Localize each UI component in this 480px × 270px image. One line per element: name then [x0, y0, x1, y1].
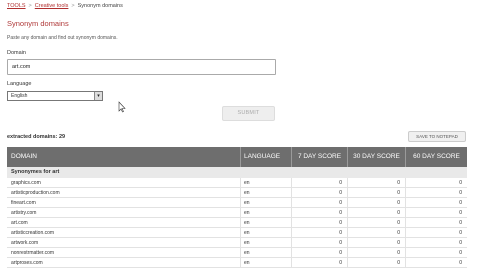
score-7-day-cell: 0 [292, 228, 348, 237]
table-row: graphics.com en 0 0 0 [7, 178, 467, 188]
language-cell: en [241, 228, 292, 237]
language-cell: en [241, 258, 292, 267]
group-header: Synonymes for art [7, 167, 467, 178]
score-60-day-cell: 0 [459, 190, 462, 196]
table-row: artisticproduction.com en 0 0 0 [7, 188, 467, 198]
table-row: fineart.com en 0 0 0 [7, 198, 467, 208]
breadcrumb: TOOLS > Creative tools > Synonym domains [7, 3, 123, 9]
domain-link[interactable]: artwork.com [11, 240, 38, 246]
domain-cell: graphics.com [7, 178, 241, 187]
score-7-day-cell: 0 [292, 218, 348, 227]
score-30-day-cell: 0 [348, 228, 406, 237]
score-7-day-cell: 0 [292, 178, 348, 187]
score-30-day-cell: 0 [348, 198, 406, 207]
domain-cell: artproses.com [7, 258, 241, 267]
score-30-day-cell: 0 [348, 178, 406, 187]
domain-label: Domain [7, 50, 26, 56]
domain-cell: artisticproduction.com [7, 188, 241, 197]
breadcrumb-separator: > [28, 3, 32, 9]
mouse-cursor-icon [118, 101, 126, 113]
table-row: artisticcreation.com en 0 0 0 [7, 228, 467, 238]
score-60-day-cell: 0 [459, 240, 462, 246]
table-row: nonrestrmatter.com en 0 0 0 [7, 248, 467, 258]
column-header-30-day-score[interactable]: 30 DAY SCORE [348, 147, 406, 167]
language-cell: en [241, 218, 292, 227]
domain-cell: nonrestrmatter.com [7, 248, 241, 257]
breadcrumb-separator: > [71, 3, 75, 9]
language-cell: en [241, 198, 292, 207]
domain-input[interactable]: art.com [7, 59, 276, 75]
domain-cell: fineart.com [7, 198, 241, 207]
domain-link[interactable]: artisticproduction.com [11, 190, 60, 196]
submit-button[interactable]: SUBMIT [222, 106, 275, 121]
score-30-day-cell: 0 [348, 248, 406, 257]
breadcrumb-tools-link[interactable]: TOOLS [7, 3, 26, 9]
domain-link[interactable]: artproses.com [11, 260, 43, 266]
extracted-domains-count: extracted domains: 29 [7, 134, 66, 140]
language-cell: en [241, 208, 292, 217]
domain-link[interactable]: art.com [11, 220, 28, 226]
score-60-day-cell: 0 [459, 250, 462, 256]
table-header: DOMAIN LANGUAGE 7 DAY SCORE 30 DAY SCORE… [7, 147, 467, 167]
language-cell: en [241, 238, 292, 247]
score-30-day-cell: 0 [348, 238, 406, 247]
domain-cell: artisticcreation.com [7, 228, 241, 237]
domain-link[interactable]: fineart.com [11, 200, 36, 206]
table-row: artproses.com en 0 0 0 [7, 258, 467, 268]
score-60-day-cell: 0 [459, 220, 462, 226]
score-7-day-cell: 0 [292, 248, 348, 257]
table-row: art.com en 0 0 0 [7, 218, 467, 228]
page-title: Synonym domains [7, 19, 69, 28]
domain-link[interactable]: artistry.com [11, 210, 36, 216]
score-60-day-cell: 0 [459, 230, 462, 236]
domain-cell: artwork.com [7, 238, 241, 247]
score-30-day-cell: 0 [348, 188, 406, 197]
breadcrumb-current: Synonym domains [77, 3, 123, 9]
score-7-day-cell: 0 [292, 188, 348, 197]
domain-cell: art.com [7, 218, 241, 227]
score-30-day-cell: 0 [348, 258, 406, 267]
table-body: graphics.com en 0 0 0 artisticproduction.com e… [7, 178, 467, 268]
domain-link[interactable]: nonrestrmatter.com [11, 250, 54, 256]
language-select[interactable]: English ▾ [7, 91, 103, 101]
language-label: Language [7, 81, 32, 87]
table-row: artistry.com en 0 0 0 [7, 208, 467, 218]
score-30-day-cell: 0 [348, 208, 406, 217]
results-table: DOMAIN LANGUAGE 7 DAY SCORE 30 DAY SCORE… [7, 147, 467, 268]
language-cell: en [241, 248, 292, 257]
page-description: Paste any domain and find out synonym do… [7, 35, 118, 41]
breadcrumb-creative-tools-link[interactable]: Creative tools [35, 3, 69, 9]
score-7-day-cell: 0 [292, 198, 348, 207]
score-7-day-cell: 0 [292, 208, 348, 217]
score-7-day-cell: 0 [292, 258, 348, 267]
column-header-domain[interactable]: DOMAIN [7, 147, 241, 167]
chevron-down-icon[interactable]: ▾ [94, 92, 102, 100]
score-60-day-cell: 0 [459, 200, 462, 206]
domain-link[interactable]: graphics.com [11, 180, 41, 186]
language-cell: en [241, 188, 292, 197]
table-row: artwork.com en 0 0 0 [7, 238, 467, 248]
domain-link[interactable]: artisticcreation.com [11, 230, 54, 236]
score-60-day-cell: 0 [459, 260, 462, 266]
language-select-value: English [11, 93, 28, 99]
column-header-7-day-score[interactable]: 7 DAY SCORE [292, 147, 348, 167]
column-header-60-day-score[interactable]: 60 DAY SCORE [406, 147, 467, 167]
score-30-day-cell: 0 [348, 218, 406, 227]
score-60-day-cell: 0 [459, 180, 462, 186]
save-to-notepad-button[interactable]: SAVE TO NOTEPAD [408, 131, 466, 142]
domain-cell: artistry.com [7, 208, 241, 217]
score-60-day-cell: 0 [459, 210, 462, 216]
score-7-day-cell: 0 [292, 238, 348, 247]
language-cell: en [241, 178, 292, 187]
column-header-language[interactable]: LANGUAGE [241, 147, 292, 167]
